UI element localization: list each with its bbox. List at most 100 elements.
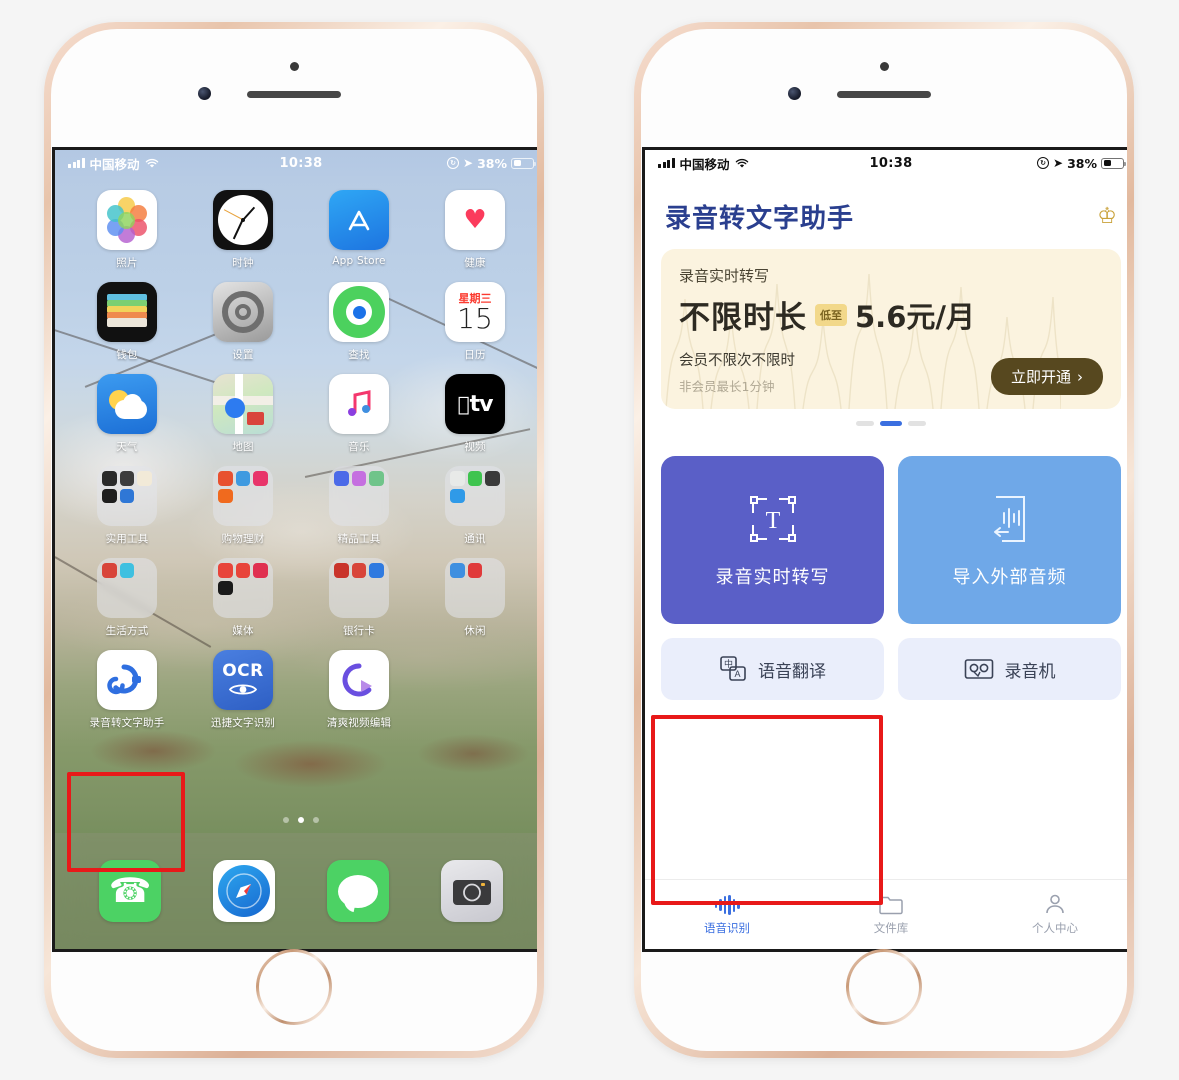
app-maps[interactable]: 地图 [185, 368, 301, 454]
tab-file-library[interactable]: 文件库 [809, 880, 973, 949]
location-arrow-icon: ➤ [1053, 156, 1064, 170]
quick-voice-translate[interactable]: 中 A 语音翻译 [661, 638, 884, 700]
page-dot [283, 817, 289, 823]
right-phone-screen: 中国移动 10:38 ↻ ➤ 38% 录音转文字助手 ♔ 录音实时转写 不限时长… [642, 147, 1127, 952]
tab-label: 语音识别 [704, 921, 750, 935]
calendar-day: 15 [457, 301, 493, 335]
right-iphone-device: 中国移动 10:38 ↻ ➤ 38% 录音转文字助手 ♔ 录音实时转写 不限时长… [634, 22, 1134, 1058]
folder-icon [329, 466, 389, 526]
home-status-bar: 中国移动 10:38 ↻ ➤ 38% [55, 150, 537, 176]
folder-shopping-finance[interactable]: 购物理财 [185, 460, 301, 546]
folder-utilities[interactable]: 实用工具 [69, 460, 185, 546]
app-label: 时钟 [232, 257, 254, 269]
safari-icon[interactable] [213, 860, 275, 922]
calendar-icon: 星期三 15 [445, 282, 505, 342]
svg-text:T: T [765, 508, 780, 534]
app-label: 钱包 [116, 349, 138, 361]
heart-icon: ♥ [463, 205, 487, 235]
app-music[interactable]: 音乐 [301, 368, 417, 454]
tab-label: 个人中心 [1032, 921, 1078, 935]
rotation-lock-icon: ↻ [447, 157, 460, 169]
promo-headline: 不限时长 [679, 300, 807, 336]
app-label: 迅捷文字识别 [210, 717, 276, 729]
app-label: 通讯 [464, 533, 486, 545]
subscribe-label: 立即开通 [1010, 368, 1071, 386]
person-icon [1044, 893, 1066, 915]
camera-icon[interactable] [441, 860, 503, 922]
promo-banner[interactable]: 录音实时转写 不限时长 低至 5.6元/月 会员不限次不限时 非会员最长1分钟 … [661, 249, 1121, 409]
tile-label: 导入外部音频 [952, 567, 1067, 588]
front-camera-icon [198, 87, 211, 100]
app-label: App Store [332, 255, 386, 267]
tile-import-audio[interactable]: 导入外部音频 [898, 456, 1121, 624]
home-button[interactable] [256, 949, 332, 1025]
quick-voice-recorder[interactable]: 录音机 [898, 638, 1121, 700]
status-clock: 10:38 [869, 155, 913, 171]
promo-badge: 低至 [815, 303, 847, 326]
folder-bank-cards[interactable]: 银行卡 [301, 552, 417, 638]
proximity-sensor-icon [290, 62, 299, 71]
proximity-sensor-icon [880, 62, 889, 71]
chevron-right-icon: › [1077, 367, 1083, 386]
folder-communication[interactable]: 通讯 [417, 460, 533, 546]
svg-text:A: A [734, 669, 740, 679]
ocr-text: OCR [222, 661, 264, 681]
crown-icon[interactable]: ♔ [1097, 205, 1117, 228]
photos-icon [97, 190, 157, 250]
ocr-icon: OCR [213, 650, 273, 710]
tab-speech-recognition[interactable]: 语音识别 [645, 880, 809, 949]
app-health[interactable]: ♥ 健康 [417, 184, 533, 270]
folder-icon [97, 558, 157, 618]
phone-icon[interactable]: ☎ [99, 860, 161, 922]
app-label: 日历 [464, 349, 486, 361]
app-calendar[interactable]: 星期三 15 日历 [417, 276, 533, 362]
status-left-group: 中国移动 [658, 154, 749, 173]
front-camera-icon [788, 87, 801, 100]
app-content: 录音转文字助手 ♔ 录音实时转写 不限时长 低至 5.6元/月 会员不限次不限时… [645, 176, 1127, 949]
home-page-indicator[interactable] [55, 817, 537, 823]
settings-icon [213, 282, 273, 342]
app-recorder-to-text[interactable]: 录音转文字助手 [69, 644, 185, 730]
app-label: 休闲 [464, 625, 486, 637]
app-label: 购物理财 [221, 533, 265, 545]
app-photos[interactable]: 照片 [69, 184, 185, 270]
waveform-icon [714, 893, 740, 915]
tab-profile[interactable]: 个人中心 [973, 880, 1127, 949]
carousel-dot [856, 421, 874, 426]
wifi-icon [735, 158, 748, 168]
tile-live-transcription[interactable]: T 录音实时转写 [661, 456, 884, 624]
app-label: 天气 [116, 441, 138, 453]
folder-lifestyle[interactable]: 生活方式 [69, 552, 185, 638]
app-label: 视频 [464, 441, 486, 453]
wifi-icon [145, 158, 158, 168]
folder-premium-tools[interactable]: 精品工具 [301, 460, 417, 546]
folder-icon [879, 893, 903, 915]
app-app-store[interactable]: App Store [301, 184, 417, 270]
app-find-my[interactable]: 查找 [301, 276, 417, 362]
highlight-box-live-transcription [651, 715, 883, 905]
health-icon: ♥ [445, 190, 505, 250]
app-wallet[interactable]: 钱包 [69, 276, 185, 362]
app-label: 录音转文字助手 [89, 717, 165, 729]
messages-icon[interactable] [327, 860, 389, 922]
app-label: 媒体 [232, 625, 254, 637]
app-clock[interactable]: 时钟 [185, 184, 301, 270]
app-apple-tv[interactable]: tv 视频 [417, 368, 533, 454]
app-weather[interactable]: 天气 [69, 368, 185, 454]
folder-leisure[interactable]: 休闲 [417, 552, 533, 638]
app-video-editor[interactable]: 清爽视频编辑 [301, 644, 417, 730]
folder-media[interactable]: 媒体 [185, 552, 301, 638]
home-button[interactable] [846, 949, 922, 1025]
signal-bars-icon [658, 158, 675, 168]
app-ocr[interactable]: OCR 迅捷文字识别 [185, 644, 301, 730]
status-right-group: ↻ ➤ 38% [1037, 156, 1126, 171]
app-label: 健康 [464, 257, 486, 269]
promo-subtitle: 录音实时转写 [679, 267, 770, 285]
subscribe-now-button[interactable]: 立即开通 › [990, 358, 1103, 395]
app-settings[interactable]: 设置 [185, 276, 301, 362]
location-arrow-icon: ➤ [463, 156, 474, 170]
app-label: 地图 [232, 441, 254, 453]
battery-icon [1101, 157, 1126, 169]
banner-carousel-indicator[interactable] [645, 421, 1127, 426]
import-audio-icon [993, 496, 1025, 542]
